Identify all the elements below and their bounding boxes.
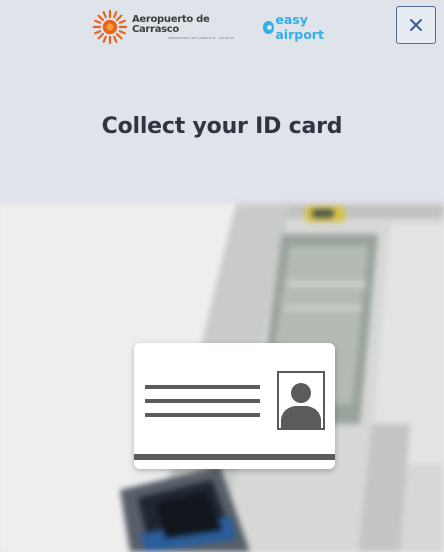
card-text-line <box>145 385 260 389</box>
card-bottom-stripe <box>134 454 335 460</box>
logo-bar: Aeropuerto de Carrasco AEROPUERTO DE CAR… <box>92 4 352 50</box>
airport-logo-name: Aeropuerto de Carrasco <box>131 13 210 35</box>
airport-sun-logo <box>92 9 128 45</box>
header: Aeropuerto de Carrasco AEROPUERTO DE CAR… <box>0 0 444 204</box>
easy-airport-mark-icon <box>262 20 275 34</box>
airport-logo-text: Aeropuerto de Carrasco AEROPUERTO DE CAR… <box>131 13 247 40</box>
id-card-icon <box>134 343 335 469</box>
card-text-line <box>145 413 260 417</box>
page-title: Collect your ID card <box>101 114 343 139</box>
easy-airport-logo-text: easy airport <box>275 12 324 42</box>
easy-airport-logo: easy airport <box>262 12 352 42</box>
close-icon <box>410 19 422 31</box>
card-text-line <box>145 399 260 403</box>
person-silhouette-icon <box>277 371 325 430</box>
airport-logo-subtitle: AEROPUERTO DE CARRASCO · URUGUAY <box>167 35 235 40</box>
close-button[interactable] <box>396 6 436 44</box>
